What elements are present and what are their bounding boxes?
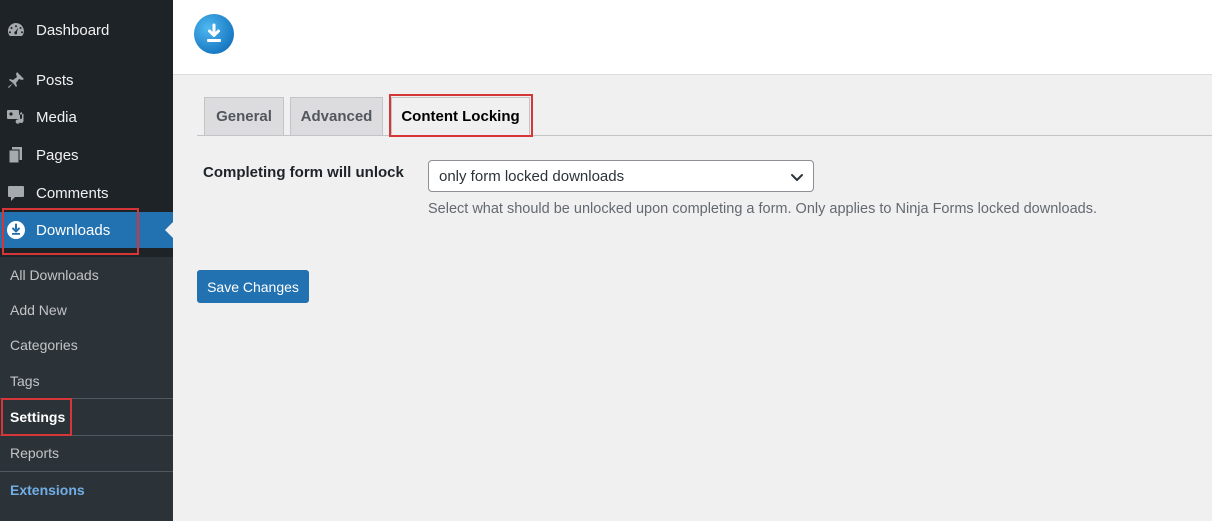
admin-sidebar: Dashboard Posts Media Pages Comments Dow… <box>0 0 173 521</box>
download-logo-icon <box>194 14 234 54</box>
unlock-field-description: Select what should be unlocked upon comp… <box>428 201 1097 217</box>
menu-label: Comments <box>36 184 109 202</box>
submenu-divider <box>0 398 173 399</box>
menu-label: Pages <box>36 146 79 164</box>
media-icon <box>6 107 26 127</box>
tab-general[interactable]: General <box>204 97 284 135</box>
menu-item-posts[interactable]: Posts <box>0 62 173 98</box>
pages-icon <box>6 145 26 165</box>
tab-advanced[interactable]: Advanced <box>290 97 383 135</box>
menu-label: Dashboard <box>36 21 110 39</box>
menu-label: Media <box>36 108 77 126</box>
submenu-divider <box>0 471 173 472</box>
menu-item-dashboard[interactable]: Dashboard <box>0 12 173 48</box>
submenu-add-new[interactable]: Add New <box>0 293 173 327</box>
submenu-tags[interactable]: Tags <box>0 364 173 398</box>
comment-icon <box>6 183 26 203</box>
dashboard-icon <box>6 20 26 40</box>
downloads-submenu: All Downloads Add New Categories Tags Se… <box>0 257 173 521</box>
download-icon <box>6 220 26 240</box>
menu-label: Posts <box>36 71 74 89</box>
menu-item-pages[interactable]: Pages <box>0 137 173 173</box>
submenu-extensions[interactable]: Extensions <box>0 473 173 507</box>
menu-label: Downloads <box>36 221 111 239</box>
tab-divider <box>197 135 1212 136</box>
tab-content-locking[interactable]: Content Locking <box>391 97 530 135</box>
pin-icon <box>6 70 26 90</box>
unlock-select[interactable]: only form locked downloads <box>428 160 814 192</box>
submenu-settings[interactable]: Settings <box>0 400 173 434</box>
chevron-down-icon <box>789 169 805 189</box>
submenu-reports[interactable]: Reports <box>0 436 173 470</box>
menu-item-media[interactable]: Media <box>0 99 173 135</box>
save-changes-button[interactable]: Save Changes <box>197 270 309 303</box>
menu-item-downloads[interactable]: Downloads <box>0 212 173 248</box>
select-value: only form locked downloads <box>439 167 625 185</box>
submenu-all-downloads[interactable]: All Downloads <box>0 258 173 292</box>
page-header <box>173 0 1212 75</box>
unlock-field-label: Completing form will unlock <box>203 164 404 181</box>
menu-item-comments[interactable]: Comments <box>0 175 173 211</box>
submenu-categories[interactable]: Categories <box>0 328 173 362</box>
